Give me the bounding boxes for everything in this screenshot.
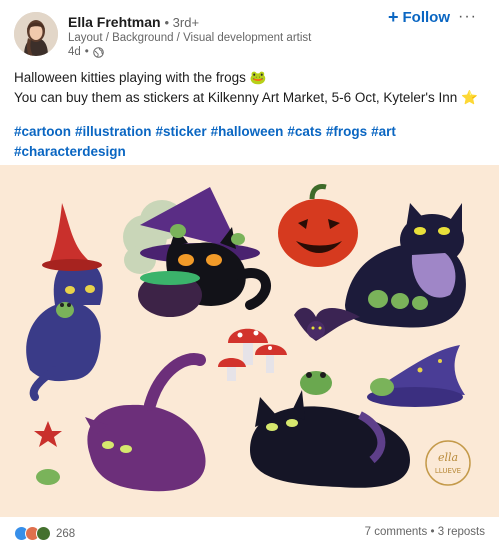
follow-button[interactable]: + Follow xyxy=(388,7,451,27)
author-name[interactable]: Ella Frehtman • 3rd+ xyxy=(68,14,199,30)
hashtag-link[interactable]: #characterdesign xyxy=(14,144,126,159)
frog xyxy=(300,371,332,395)
hashtag-list: #cartoon #illustration #sticker #halloween #… xyxy=(14,122,484,162)
post-card: Ella Frehtman • 3rd+ Layout / Background… xyxy=(0,0,499,548)
post-line-2-text: You can buy them as stickers at Kilkenny… xyxy=(14,90,458,105)
illustration: ella LLUEVE xyxy=(0,165,499,517)
connection-degree-text: 3rd+ xyxy=(172,15,200,30)
post-time: 4d xyxy=(68,46,81,58)
reposts-link[interactable]: 3 reposts xyxy=(438,526,485,538)
reaction-count[interactable]: 268 xyxy=(56,528,75,540)
author-name-text[interactable]: Ella Frehtman xyxy=(68,14,161,30)
globe-icon xyxy=(93,46,104,58)
svg-text:ella: ella xyxy=(438,451,458,464)
star-emoji: ⭐ xyxy=(461,90,478,105)
hashtag-link[interactable]: #cats xyxy=(287,124,322,139)
post-body: Halloween kitties playing with the frogs… xyxy=(14,68,484,108)
meta-separator: • xyxy=(84,46,89,58)
post-image[interactable]: ella LLUEVE xyxy=(0,165,499,517)
post-footer: 268 7 comments • 3 reposts xyxy=(0,517,499,548)
more-options-button[interactable]: ··· xyxy=(458,8,477,26)
hashtag-link[interactable]: #art xyxy=(371,124,396,139)
connection-degree: • 3rd+ xyxy=(164,15,200,30)
comments-link[interactable]: 7 comments xyxy=(365,526,428,538)
reactions-summary[interactable]: 268 xyxy=(14,526,75,541)
engagement-stats: 7 comments • 3 reposts xyxy=(365,526,485,538)
hashtag-link[interactable]: #cartoon xyxy=(14,124,71,139)
post-line-1-text: Halloween kitties playing with the frogs xyxy=(14,70,246,85)
hashtag-link[interactable]: #illustration xyxy=(75,124,152,139)
stats-separator: • xyxy=(427,526,438,538)
hashtag-link[interactable]: #sticker xyxy=(156,124,207,139)
plus-icon: + xyxy=(388,7,399,27)
author-headline: Layout / Background / Visual development… xyxy=(68,32,312,44)
post-line-1: Halloween kitties playing with the frogs… xyxy=(14,68,484,88)
author-avatar[interactable] xyxy=(14,12,58,56)
svg-text:LLUEVE: LLUEVE xyxy=(435,467,461,475)
frog-emoji: 🐸 xyxy=(249,70,267,85)
hashtag-link[interactable]: #halloween xyxy=(211,124,284,139)
hashtag-link[interactable]: #frogs xyxy=(326,124,367,139)
post-meta: 4d • xyxy=(68,46,104,58)
follow-label: Follow xyxy=(402,9,451,26)
support-reaction-icon xyxy=(36,526,51,541)
post-line-2: You can buy them as stickers at Kilkenny… xyxy=(14,88,484,108)
